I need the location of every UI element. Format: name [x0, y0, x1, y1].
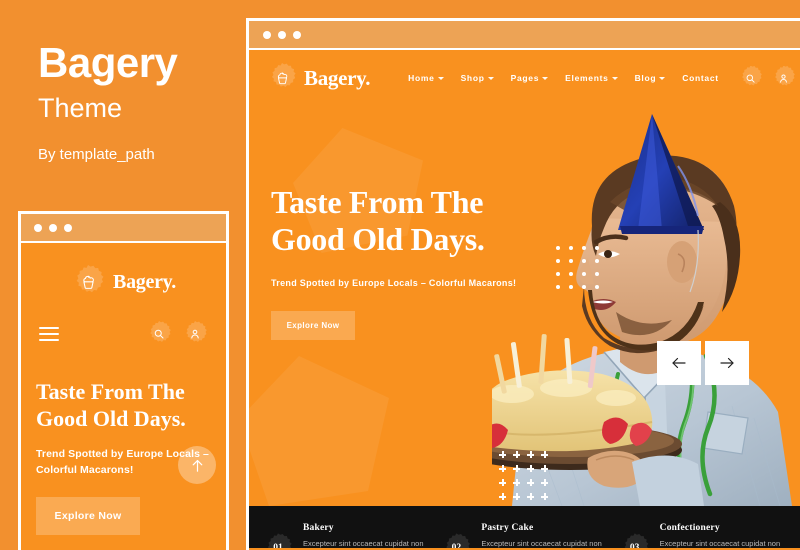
chevron-down-icon — [611, 76, 618, 80]
feature-number-badge: 02 — [441, 533, 471, 548]
nav-item-contact[interactable]: Contact — [682, 73, 719, 83]
window-dot-close[interactable] — [263, 30, 271, 39]
hero-photo — [492, 106, 800, 506]
feature-number-badge: 03 — [620, 533, 650, 548]
mobile-toolbar — [21, 299, 226, 347]
promo-byline: By template_path — [38, 146, 155, 164]
site-navbar: Bagery. Home Shop Pages Elements Blog Co… — [249, 50, 800, 106]
nav-item-elements[interactable]: Elements — [565, 73, 618, 83]
cupcake-icon — [71, 265, 105, 299]
feature-description: Excepteur sint occaecat cupidat non sunt… — [303, 539, 424, 548]
chevron-down-icon — [542, 76, 549, 80]
nav-label: Home — [408, 73, 435, 83]
mobile-actions — [146, 321, 208, 347]
nav-item-home[interactable]: Home — [408, 73, 444, 83]
mobile-brand[interactable]: Bagery. — [21, 243, 226, 299]
nav-label: Shop — [460, 73, 485, 83]
carousel-nav — [657, 341, 749, 385]
chevron-down-icon — [437, 76, 444, 80]
nav-label: Blog — [634, 73, 657, 83]
feature-title: Pastry Cake — [481, 523, 534, 534]
mobile-viewport: Bagery. Taste From The Good Old Days. Tr… — [21, 243, 226, 548]
feature-title: Bakery — [303, 523, 334, 534]
mobile-hero: Taste From The Good Old Days. Trend Spot… — [21, 347, 226, 536]
feature-text: Confectionery Excepteur sint occaecat cu… — [660, 523, 790, 548]
nav-item-shop[interactable]: Shop — [461, 73, 494, 83]
search-icon[interactable] — [146, 321, 172, 347]
features-strip: 01 Bakery Excepteur sint occaecat cupida… — [249, 506, 800, 548]
carousel-prev-button[interactable] — [657, 341, 701, 385]
window-dot-close[interactable] — [34, 223, 42, 232]
feature-number: 01 — [273, 543, 283, 548]
mobile-mockup: Bagery. Taste From The Good Old Days. Tr… — [18, 211, 229, 550]
feature-description: Excepteur sint occaecat cupidat non sunt… — [659, 539, 781, 548]
feature-card-bakery[interactable]: 01 Bakery Excepteur sint occaecat cupida… — [263, 523, 441, 548]
mobile-hero-heading: Taste From The Good Old Days. — [36, 379, 186, 431]
mobile-chrome-bar — [21, 214, 226, 243]
search-icon[interactable] — [738, 66, 763, 91]
scroll-to-top-button[interactable] — [178, 446, 216, 484]
nav-label: Pages — [510, 73, 540, 83]
window-dot-minimize[interactable] — [49, 223, 57, 232]
feature-number: 03 — [630, 543, 640, 548]
arrow-right-icon — [718, 354, 736, 372]
arrow-up-icon — [189, 457, 206, 474]
feature-text: Pastry Cake Excepteur sint occaecat cupi… — [481, 523, 611, 548]
chevron-down-icon — [487, 76, 494, 80]
site-brand[interactable]: Bagery. — [267, 63, 370, 93]
hero-section: Taste From The Good Old Days. Trend Spot… — [249, 106, 800, 506]
hero-tagline: Trend Spotted by Europe Locals – Colorfu… — [271, 277, 517, 288]
user-icon[interactable] — [182, 321, 208, 347]
hamburger-menu-icon[interactable] — [39, 327, 59, 341]
nav-label: Elements — [565, 73, 609, 83]
hero-copy: Taste From The Good Old Days. Trend Spot… — [271, 184, 521, 340]
feature-card-confectionery[interactable]: 03 Confectionery Excepteur sint occaecat… — [620, 523, 798, 548]
nav-label: Contact — [682, 73, 719, 83]
decor-polygon-3 — [249, 356, 389, 506]
chevron-down-icon — [659, 76, 666, 80]
mobile-explore-now-button[interactable]: Explore Now — [36, 497, 140, 536]
feature-title: Confectionery — [659, 523, 720, 534]
arrow-left-icon — [670, 354, 688, 372]
window-dot-maximize[interactable] — [64, 223, 72, 232]
mobile-brand-name: Bagery. — [113, 270, 176, 293]
browser-chrome-bar — [249, 21, 800, 50]
nav-actions — [738, 66, 796, 91]
window-dot-maximize[interactable] — [293, 30, 301, 39]
main-nav: Home Shop Pages Elements Blog Contact — [408, 73, 719, 83]
site-brand-name: Bagery. — [304, 65, 371, 90]
browser-viewport: Bagery. Home Shop Pages Elements Blog Co… — [249, 50, 800, 548]
hero-heading: Taste From The Good Old Days. — [271, 184, 485, 258]
nav-item-pages[interactable]: Pages — [511, 73, 549, 83]
feature-card-pastry-cake[interactable]: 02 Pastry Cake Excepteur sint occaecat c… — [441, 523, 619, 548]
feature-text: Bakery Excepteur sint occaecat cupidat n… — [303, 523, 433, 548]
carousel-next-button[interactable] — [705, 341, 749, 385]
desktop-browser-mockup: Bagery. Home Shop Pages Elements Blog Co… — [246, 18, 800, 550]
promo-block: Bagery Theme By template_path — [38, 39, 238, 164]
feature-number: 02 — [452, 543, 462, 548]
explore-now-button[interactable]: Explore Now — [271, 310, 355, 340]
feature-number-badge: 01 — [263, 533, 293, 548]
feature-description: Excepteur sint occaecat cupidat non sunt… — [481, 539, 602, 548]
screenshot-root: Bagery Theme By template_path Bagery. Ta… — [0, 0, 800, 550]
user-icon[interactable] — [771, 66, 796, 91]
window-dot-minimize[interactable] — [278, 30, 286, 39]
cupcake-icon — [267, 63, 297, 93]
promo-title: Bagery — [38, 39, 178, 86]
nav-item-blog[interactable]: Blog — [635, 73, 666, 83]
promo-subtitle: Theme — [38, 93, 123, 123]
